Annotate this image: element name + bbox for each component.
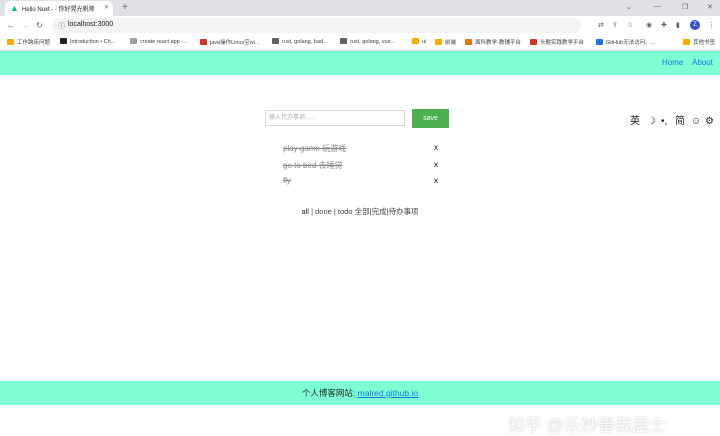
window-close-icon[interactable]: ✕ bbox=[707, 3, 713, 11]
bookmark-star-icon[interactable]: ☆ bbox=[627, 21, 633, 30]
address-bar-row: ← → ↻ ⓘ localhost:3000 ⇄ ⇪ ☆ ◉ ✚ ▮ Z ⋮ bbox=[0, 16, 720, 35]
bookmark-item[interactable]: 面科教学-教辅平台 bbox=[465, 38, 521, 46]
bookmark-item[interactable]: ui bbox=[412, 38, 426, 45]
bookmark-item[interactable]: 工作跨床问题 bbox=[7, 38, 50, 46]
forward-icon[interactable]: → bbox=[21, 21, 29, 30]
side-panel-icon[interactable]: ▮ bbox=[676, 21, 680, 30]
todo-item-text[interactable]: fly bbox=[283, 176, 291, 185]
folder-icon bbox=[7, 39, 14, 45]
site-header: Home About bbox=[0, 51, 720, 75]
delete-todo-button[interactable]: x bbox=[434, 160, 438, 169]
minimize-icon[interactable]: — bbox=[654, 3, 661, 10]
bookmark-item[interactable]: Introduction • Ch... bbox=[60, 38, 115, 45]
nav-about-link[interactable]: About bbox=[692, 58, 713, 67]
extension-icon[interactable]: ◉ bbox=[646, 21, 652, 30]
footer-label: 个人博客网站: bbox=[301, 388, 358, 398]
delete-todo-button[interactable]: x bbox=[434, 143, 438, 152]
profile-avatar[interactable]: Z bbox=[690, 20, 700, 30]
folder-icon bbox=[435, 39, 442, 45]
ime-punctuation-icon[interactable]: •, bbox=[661, 116, 667, 128]
site-footer: 个人博客网站: malred.github.io bbox=[0, 381, 720, 405]
bookmark-item[interactable]: 头歌实践教学平台 bbox=[530, 38, 584, 46]
filter-bar: all | done | todo 全部|完成|待办事项 bbox=[0, 206, 720, 217]
ime-moon-icon[interactable]: ☽ bbox=[647, 116, 656, 128]
reload-icon[interactable]: ↻ bbox=[36, 21, 43, 30]
nav-home-link[interactable]: Home bbox=[662, 58, 683, 67]
bookmark-item[interactable]: 其他书签 bbox=[683, 38, 715, 46]
bookmark-favicon-icon bbox=[272, 38, 279, 44]
filter-description: 全部|完成|待办事项 bbox=[352, 207, 419, 216]
bookmark-item[interactable]: java操作Linux空wi... bbox=[200, 38, 260, 46]
bookmark-item[interactable]: GitHub无法访问、... bbox=[596, 38, 655, 46]
filter-done[interactable]: done bbox=[315, 207, 332, 216]
bookmarks-bar: 工作跨床问题 Introduction • Ch... create react… bbox=[0, 35, 720, 51]
back-icon[interactable]: ← bbox=[7, 21, 15, 30]
menu-icon[interactable]: ⋮ bbox=[708, 21, 715, 30]
bookmark-favicon-icon bbox=[340, 38, 347, 44]
tab-title: Hello Nuxt - - 你好晃光帆帅 bbox=[22, 7, 95, 13]
ime-toolbar: ⋮ 英 ☽ •, 简 ☺ ⚙ bbox=[621, 113, 720, 131]
site-info-icon[interactable]: ⓘ bbox=[58, 21, 65, 31]
puzzle-icon[interactable]: ✚ bbox=[661, 21, 667, 30]
todo-item-text[interactable]: play game 玩游戏 bbox=[283, 143, 346, 154]
save-button[interactable]: save bbox=[412, 109, 449, 128]
share-icon[interactable]: ⇪ bbox=[612, 21, 618, 30]
nuxt-favicon-icon: ▲ bbox=[10, 3, 19, 13]
bookmark-item[interactable]: rust, golang, had... bbox=[272, 38, 328, 45]
filter-todo[interactable]: todo bbox=[338, 207, 353, 216]
ime-settings-icon[interactable]: ⚙ bbox=[705, 116, 714, 128]
tab-close-icon[interactable]: ✕ bbox=[104, 4, 109, 11]
bookmark-favicon-icon bbox=[130, 38, 137, 44]
browser-tab-strip: ▲ Hello Nuxt - - 你好晃光帆帅 ✕ + ⌄ — ❐ ✕ bbox=[0, 0, 720, 16]
blog-link[interactable]: malred.github.io bbox=[358, 388, 418, 398]
restore-icon[interactable]: ❐ bbox=[682, 3, 688, 11]
ime-language-toggle[interactable]: 英 bbox=[630, 116, 640, 128]
omnibox[interactable]: ⓘ localhost:3000 bbox=[52, 18, 581, 33]
folder-icon bbox=[412, 38, 419, 44]
new-tab-icon[interactable]: + bbox=[122, 2, 128, 14]
bookmark-favicon-icon bbox=[200, 39, 207, 45]
bookmark-favicon-icon bbox=[596, 39, 603, 45]
bookmark-item[interactable]: rust, golang, vue... bbox=[340, 38, 395, 45]
bookmark-favicon-icon bbox=[465, 39, 472, 45]
folder-icon bbox=[683, 39, 690, 45]
todo-item-text[interactable]: go to bed 去睡觉 bbox=[283, 160, 343, 171]
bookmark-item[interactable]: 前端 bbox=[435, 38, 456, 46]
ime-simplified-toggle[interactable]: 简 bbox=[675, 116, 685, 128]
browser-tab[interactable]: ▲ Hello Nuxt - - 你好晃光帆帅 ✕ bbox=[5, 1, 113, 16]
bookmark-item[interactable]: create react app -... bbox=[130, 38, 188, 45]
delete-todo-button[interactable]: x bbox=[434, 176, 438, 185]
page-content: Home About save play game 玩游戏 x go to be… bbox=[0, 51, 720, 435]
bookmark-favicon-icon bbox=[530, 39, 537, 45]
zhihu-watermark: 知乎 @乐妙善哉居士 bbox=[508, 416, 666, 435]
todo-input[interactable] bbox=[265, 110, 405, 126]
url-text[interactable]: localhost:3000 bbox=[68, 21, 113, 28]
tab-search-chevron-icon[interactable]: ⌄ bbox=[626, 3, 632, 11]
bookmark-favicon-icon bbox=[60, 38, 67, 44]
translate-icon[interactable]: ⇄ bbox=[598, 21, 604, 30]
ime-emoji-icon[interactable]: ☺ bbox=[691, 116, 701, 128]
filter-all[interactable]: all bbox=[301, 207, 309, 216]
